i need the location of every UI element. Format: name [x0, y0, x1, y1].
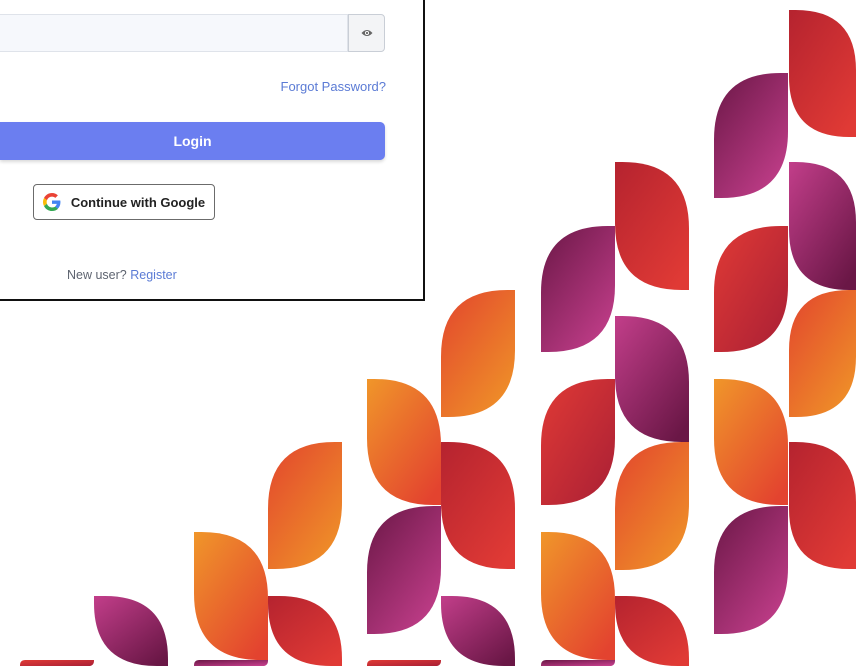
leaf-shape-28 [194, 660, 268, 666]
leaf-shape-2 [714, 73, 788, 198]
leaf-shape-9 [615, 162, 689, 290]
eye-icon [361, 30, 372, 36]
leaf-shape-7 [789, 442, 856, 569]
leaf-shape-22 [367, 660, 441, 666]
password-visibility-toggle[interactable] [348, 14, 385, 52]
leaf-shape-10 [541, 226, 615, 352]
leaf-shape-20 [367, 506, 441, 634]
register-prompt: New user? Register [67, 268, 177, 282]
google-icon [42, 193, 61, 211]
leaf-shape-8 [714, 506, 788, 634]
leaf-shape-25 [268, 596, 342, 666]
leaf-shape-23 [268, 442, 342, 569]
leaf-shape-6 [714, 379, 788, 505]
leaf-shape-18 [367, 379, 441, 505]
register-link[interactable]: Register [130, 268, 177, 282]
leaf-shape-17 [441, 290, 515, 417]
google-signin-button[interactable]: Continue with Google [33, 184, 215, 220]
leaf-shape-24 [194, 532, 268, 660]
leaf-shape-13 [615, 442, 689, 570]
leaf-shape-1 [789, 10, 856, 137]
leaf-shape-16 [541, 660, 615, 666]
leaf-shape-26 [94, 596, 168, 666]
leaf-shape-5 [789, 290, 856, 417]
password-input[interactable] [0, 14, 348, 52]
leaf-shape-27 [20, 660, 94, 666]
login-button[interactable]: Login [0, 122, 385, 160]
forgot-password-link[interactable]: Forgot Password? [281, 79, 387, 94]
leaf-shape-12 [541, 379, 615, 505]
leaf-shape-4 [714, 226, 788, 352]
leaf-shape-15 [615, 596, 689, 666]
leaf-shape-3 [789, 162, 856, 290]
leaf-shape-21 [441, 596, 515, 666]
leaf-shape-14 [541, 532, 615, 660]
google-button-label: Continue with Google [70, 194, 206, 210]
new-user-text: New user? [67, 268, 127, 282]
leaf-shape-11 [615, 316, 689, 442]
leaf-shape-19 [441, 442, 515, 569]
login-card: Forgot Password? Login Continue with Goo… [0, 0, 425, 301]
